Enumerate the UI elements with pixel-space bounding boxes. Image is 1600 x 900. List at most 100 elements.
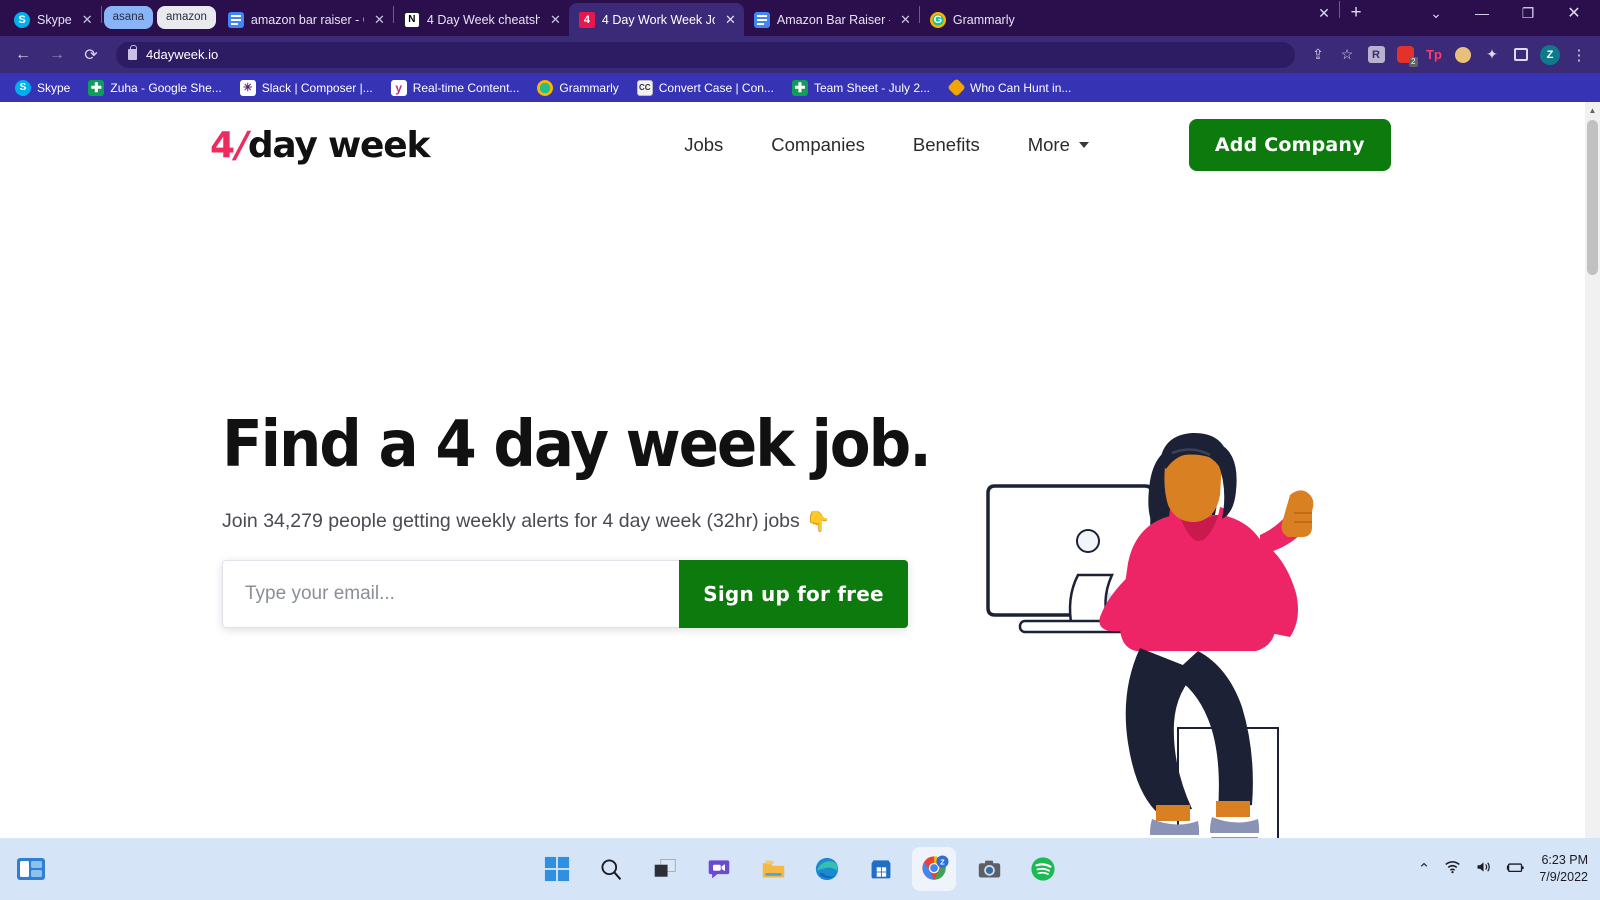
reload-icon[interactable]: ⟳	[76, 40, 106, 70]
tab-title: amazon bar raiser - Go	[250, 12, 364, 27]
tab-amazon-bar-raiser-2[interactable]: Amazon Bar Raiser - Go ✕	[744, 3, 919, 36]
clock-time: 6:23 PM	[1541, 853, 1588, 868]
tab-amazon-bar-raiser-1[interactable]: amazon bar raiser - Go ✕	[218, 3, 393, 36]
task-view-button[interactable]	[649, 853, 681, 885]
microsoft-store-button[interactable]	[865, 853, 897, 885]
maximize-button[interactable]: ❐	[1506, 0, 1550, 30]
nav-item-benefits[interactable]: Benefits	[913, 134, 980, 156]
new-tab-button[interactable]: +	[1342, 0, 1370, 27]
reader-extension-icon[interactable]: R	[1363, 42, 1389, 68]
widgets-icon[interactable]	[14, 852, 48, 886]
tab-search-button[interactable]: ⌄	[1414, 0, 1458, 30]
bookmark-label: Who Can Hunt in...	[970, 80, 1072, 95]
system-tray: ⌃ 6:23 PM 7/9/2022	[1418, 838, 1588, 900]
toolbar-icons: ⇪ ☆ R 2 Tp ✦ Z ⋮	[1305, 42, 1592, 68]
bookmark-skype[interactable]: S Skype	[8, 77, 77, 99]
volume-icon[interactable]	[1475, 860, 1492, 878]
wifi-icon[interactable]	[1444, 860, 1461, 878]
tab-group-label: amazon	[157, 5, 216, 29]
tab-4-day-work-week-jobs[interactable]: 4 4 Day Work Week Jobs ✕	[568, 3, 744, 36]
skype-icon: S	[14, 11, 30, 28]
tab-grammarly[interactable]: G Grammarly	[920, 3, 1023, 36]
tab-close-icon[interactable]: ✕	[900, 13, 911, 26]
nav-item-more[interactable]: More	[1028, 134, 1089, 156]
signup-button[interactable]: Sign up for free	[679, 560, 908, 628]
profile-avatar[interactable]: Z	[1537, 42, 1563, 68]
tray-overflow-icon[interactable]: ⌃	[1418, 860, 1431, 878]
minimize-button[interactable]: —	[1460, 0, 1504, 30]
tab-group-label: asana	[103, 5, 153, 29]
bookmarks-bar: S Skype ✚ Zuha - Google She... ✳ Slack |…	[0, 73, 1600, 102]
page-title: Find a 4 day week job.	[222, 408, 932, 482]
scroll-up-icon[interactable]: ▲	[1585, 102, 1600, 118]
hero-illustration	[960, 423, 1360, 838]
bookmark-zuha-sheet[interactable]: ✚ Zuha - Google She...	[81, 77, 228, 99]
file-explorer-button[interactable]	[757, 853, 789, 885]
edge-button[interactable]	[811, 853, 843, 885]
address-bar[interactable]: 4dayweek.io	[116, 41, 1295, 68]
grammarly-icon: G	[929, 11, 946, 28]
tab-close-icon[interactable]: ✕	[550, 13, 561, 26]
taskbar-clock[interactable]: 6:23 PM 7/9/2022	[1539, 852, 1588, 886]
slack-icon: ✳	[239, 79, 256, 96]
tab-close-icon[interactable]: ✕	[374, 13, 385, 26]
svg-text:Z: Z	[940, 857, 945, 866]
tab-skype[interactable]: S Skype ✕	[4, 3, 101, 36]
nav-item-companies[interactable]: Companies	[771, 134, 865, 156]
pointing-down-icon: 👇	[805, 511, 831, 533]
google-sheets-icon: ✚	[791, 79, 808, 96]
tab-close-icon-last[interactable]: ✕	[1311, 0, 1337, 30]
search-button[interactable]	[595, 853, 627, 885]
teams-chat-button[interactable]	[703, 853, 735, 885]
tab-group-asana[interactable]: asana	[102, 3, 155, 36]
bookmark-who-can-hunt[interactable]: Who Can Hunt in...	[941, 77, 1078, 99]
bookmark-label: Convert Case | Con...	[658, 80, 774, 95]
chrome-button[interactable]: Z	[912, 847, 956, 891]
nav-item-more-label: More	[1027, 134, 1070, 155]
tab-close-icon[interactable]: ✕	[82, 13, 93, 26]
site-logo[interactable]: 4 / day week	[210, 124, 430, 166]
notion-icon: N	[403, 11, 420, 28]
forward-icon[interactable]: →	[42, 40, 72, 70]
page-scrollbar[interactable]: ▲	[1585, 102, 1600, 838]
bookmark-realtime-content[interactable]: y Real-time Content...	[384, 77, 527, 99]
logo-four: 4	[210, 124, 235, 166]
share-icon[interactable]: ⇪	[1305, 42, 1331, 68]
scrollbar-thumb[interactable]	[1587, 120, 1598, 275]
bookmark-label: Grammarly	[559, 80, 619, 95]
nav-item-jobs[interactable]: Jobs	[684, 134, 723, 156]
bookmark-star-icon[interactable]: ☆	[1334, 42, 1360, 68]
lock-icon	[128, 45, 137, 60]
bookmark-label: Real-time Content...	[412, 80, 520, 95]
windows-taskbar: Z ⌃ 6:23 PM 7/9/2022	[0, 838, 1600, 900]
extensions-puzzle-icon[interactable]: ✦	[1479, 42, 1505, 68]
tp-extension-icon[interactable]: Tp	[1421, 42, 1447, 68]
cookie-extension-icon[interactable]	[1450, 42, 1476, 68]
page-viewport: 4 / day week Jobs Companies Benefits Mor…	[0, 102, 1600, 838]
convertcase-icon: CC	[636, 79, 653, 96]
taskbar-items: Z	[541, 847, 1059, 891]
bookmark-convert-case[interactable]: CC Convert Case | Con...	[630, 77, 781, 99]
tab-4-day-week-cheatsheet[interactable]: N 4 Day Week cheatsheet ✕	[394, 3, 569, 36]
screen: S Skype ✕ asana amazon amazon bar raiser…	[0, 0, 1600, 900]
bookmark-grammarly[interactable]: Grammarly	[530, 77, 625, 99]
email-input[interactable]	[222, 560, 679, 628]
email-signup-form: Sign up for free	[222, 560, 908, 628]
chrome-menu-icon[interactable]: ⋮	[1566, 42, 1592, 68]
site-header: 4 / day week Jobs Companies Benefits Mor…	[0, 102, 1585, 188]
spotify-button[interactable]	[1027, 853, 1059, 885]
camera-button[interactable]	[973, 853, 1005, 885]
battery-icon[interactable]	[1506, 861, 1525, 878]
tab-close-icon[interactable]: ✕	[725, 13, 736, 26]
browser-toolbar: ← → ⟳ 4dayweek.io ⇪ ☆ R 2 Tp ✦ Z ⋮	[0, 36, 1600, 73]
close-window-button[interactable]: ✕	[1552, 0, 1596, 30]
add-company-button[interactable]: Add Company	[1188, 119, 1391, 171]
red-extension-icon[interactable]: 2	[1392, 42, 1418, 68]
clock-date: 7/9/2022	[1539, 870, 1588, 884]
start-button[interactable]	[541, 853, 573, 885]
side-panel-icon[interactable]	[1508, 42, 1534, 68]
back-icon[interactable]: ←	[8, 40, 38, 70]
bookmark-team-sheet[interactable]: ✚ Team Sheet - July 2...	[785, 77, 937, 99]
tab-group-amazon[interactable]: amazon	[155, 3, 218, 36]
bookmark-slack[interactable]: ✳ Slack | Composer |...	[233, 77, 380, 99]
